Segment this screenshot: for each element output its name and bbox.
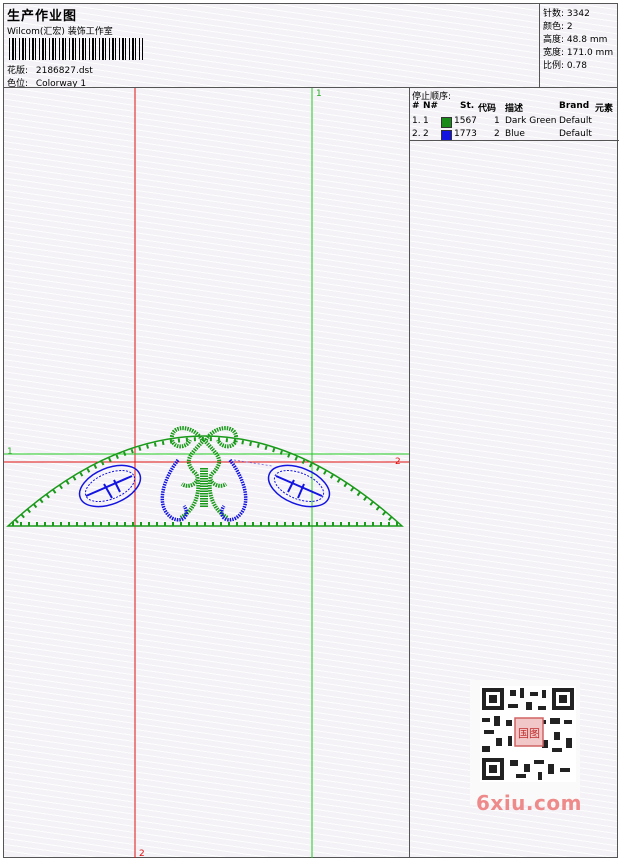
stat-width: 宽度: 171.0 mm <box>543 48 614 58</box>
sheet-title: 生产作业图 <box>7 9 78 24</box>
header-left: 生产作业图 Wilcom(汇宏) 装饰工作室 花版: 2186827.dst 色… <box>3 3 539 89</box>
design-canvas: 1 2 1 2 <box>4 88 409 858</box>
thread-swatch-green <box>441 117 452 128</box>
qr-code-icon: 国图 <box>470 680 580 805</box>
guide-label-h2: 2 <box>395 457 401 467</box>
guide-label-v2: 2 <box>139 849 145 858</box>
stat-scale: 比例: 0.78 <box>543 61 587 71</box>
design-label: 花版: <box>7 66 29 76</box>
barcode-icon <box>9 38 143 60</box>
col-code: 代码 <box>478 104 497 114</box>
panel-divider <box>410 140 619 141</box>
col-stitches: St. <box>460 101 475 111</box>
stat-height: 高度: 48.8 mm <box>543 35 608 45</box>
design-file: 2186827.dst <box>35 66 93 76</box>
col-number: N# <box>423 101 439 111</box>
col-index: # <box>412 101 420 111</box>
embroidery-preview: 1 2 1 2 <box>4 88 409 858</box>
col-description: 描述 <box>505 104 524 114</box>
jump-stitch <box>233 459 273 467</box>
right-leaf <box>267 464 331 508</box>
stats-box: 针数: 3342 颜色: 2 高度: 48.8 mm 宽度: 171.0 mm … <box>539 3 619 87</box>
watermark-text: 6xiu.com <box>476 791 582 815</box>
seal-text: 国图 <box>518 727 540 740</box>
company-name: Wilcom(汇宏) 装饰工作室 <box>7 27 113 37</box>
design-file-line: 花版: 2186827.dst <box>7 63 93 76</box>
col-element: 元素 <box>595 104 614 114</box>
guide-label-h1: 1 <box>7 447 13 457</box>
col-brand: Brand <box>559 101 590 111</box>
stat-colors: 颜色: 2 <box>543 22 573 32</box>
guide-label-v1: 1 <box>316 89 322 99</box>
stat-stitches: 针数: 3342 <box>543 9 590 19</box>
stop-row: 1. 1 1567 1 Dark Green Default <box>412 116 592 128</box>
